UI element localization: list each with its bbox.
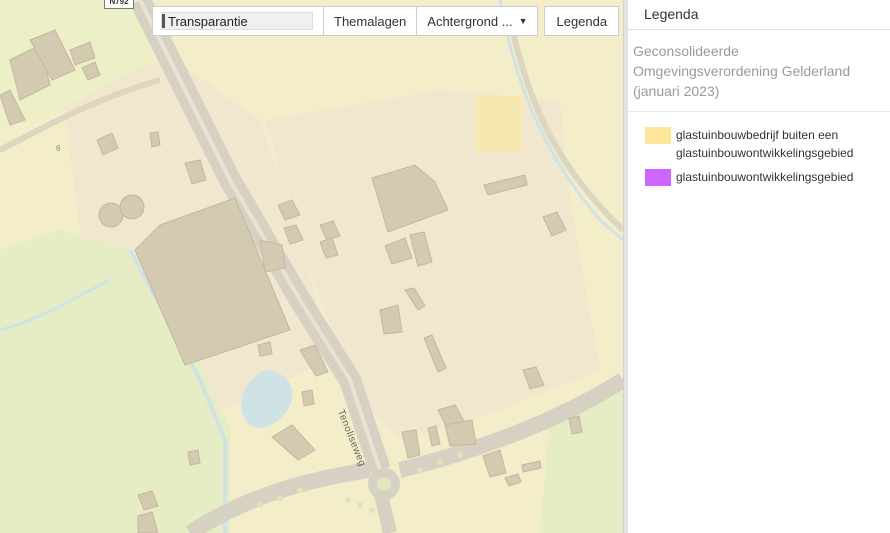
- map-toolbar: Transparantie Themalagen Achtergrond ...…: [152, 6, 620, 36]
- road-number-label: N792: [104, 0, 134, 9]
- legend-subtitle: Geconsolideerde Omgevingsverordening Gel…: [628, 30, 890, 112]
- themalagen-label: Themalagen: [334, 13, 407, 29]
- greenhouse-area: [476, 96, 522, 152]
- map-view[interactable]: N792 Tenoliseweg 6: [0, 0, 623, 533]
- legend-swatch: [645, 127, 671, 144]
- achtergrond-dropdown[interactable]: Achtergrond ... ▼: [417, 6, 539, 36]
- transparency-control[interactable]: Transparantie: [152, 6, 323, 36]
- legend-item-label: glastuinbouwbedrijf buiten een glastuinb…: [676, 128, 854, 160]
- legend-panel: Legenda Geconsolideerde Omgevingsverorde…: [628, 0, 890, 533]
- transparency-label: Transparantie: [168, 13, 248, 29]
- legend-list: glastuinbouwbedrijf buiten een glastuinb…: [628, 112, 890, 186]
- legend-swatch: [645, 169, 671, 186]
- legend-item: glastuinbouwontwikkelingsgebied: [645, 168, 890, 186]
- legend-title: Legenda: [628, 0, 890, 30]
- legend-item: glastuinbouwbedrijf buiten een glastuinb…: [645, 126, 890, 162]
- legenda-button-label: Legenda: [556, 13, 608, 29]
- legend-item-label: glastuinbouwontwikkelingsgebied: [676, 170, 854, 184]
- themalagen-button[interactable]: Themalagen: [323, 6, 418, 36]
- slider-thumb[interactable]: [162, 14, 165, 28]
- transparency-slider[interactable]: Transparantie: [161, 12, 313, 30]
- legenda-button[interactable]: Legenda: [544, 6, 620, 36]
- caret-down-icon: ▼: [518, 16, 528, 26]
- achtergrond-label: Achtergrond ...: [427, 13, 513, 29]
- house-number-label: 6: [56, 144, 61, 153]
- map-canvas[interactable]: [0, 0, 623, 533]
